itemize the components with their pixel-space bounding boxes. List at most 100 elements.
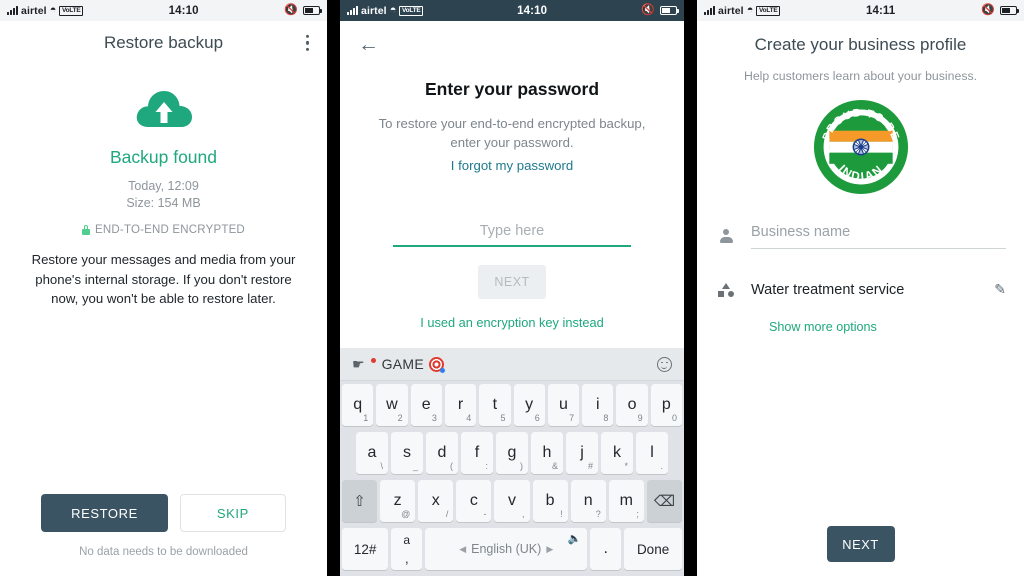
- profile-header: Create your business profile Help custom…: [697, 21, 1024, 195]
- key-sub: *: [624, 461, 628, 471]
- category-row[interactable]: Water treatment service ✎: [715, 275, 1006, 298]
- status-bar: airtel ◓ VoLTE 14:11 🔇: [697, 0, 1024, 21]
- pencil-edit-icon[interactable]: ✎: [994, 281, 1006, 298]
- key[interactable]: r4: [444, 384, 477, 426]
- password-form: Enter your password To restore your end-…: [340, 67, 684, 330]
- key-sub: 4: [466, 413, 472, 423]
- volte-badge: VoLTE: [399, 5, 424, 16]
- key-label: x: [431, 492, 440, 509]
- comma-key-label: ,: [404, 551, 409, 566]
- status-bar-clock: 14:10: [517, 4, 548, 17]
- key-label: i: [595, 396, 600, 413]
- restore-button[interactable]: RESTORE: [41, 494, 168, 532]
- done-key[interactable]: Done: [624, 528, 683, 570]
- key[interactable]: i8: [582, 384, 614, 426]
- key[interactable]: z @: [380, 480, 416, 522]
- key-sub: @: [401, 509, 411, 519]
- key[interactable]: q1: [342, 384, 374, 426]
- arrow-right-icon[interactable]: ▶: [546, 544, 553, 555]
- status-bar: airtel ◓ VoLTE 14:10 🔇: [0, 0, 327, 21]
- key-sub: .: [660, 461, 663, 471]
- business-name-row[interactable]: Business name: [715, 217, 1006, 249]
- action-buttons: RESTORE SKIP: [0, 494, 327, 532]
- backup-info: Backup found Today, 12:09 Size: 154 MB E…: [0, 65, 327, 309]
- emoji-smiley-icon[interactable]: [657, 356, 672, 372]
- panel-divider-1: [327, 0, 340, 576]
- space-key[interactable]: ◀ English (UK) ▶ 🔈: [425, 528, 588, 570]
- key[interactable]: p0: [650, 384, 682, 426]
- key[interactable]: o9: [616, 384, 648, 426]
- encryption-label: END-TO-END ENCRYPTED: [95, 224, 245, 236]
- business-profile-logo[interactable]: PROUD TO BE INDIAN: [813, 99, 909, 195]
- next-button[interactable]: NEXT: [478, 265, 546, 299]
- key[interactable]: w2: [376, 384, 408, 426]
- business-name-underline[interactable]: Business name: [751, 223, 1006, 249]
- key-sub: 6: [534, 413, 540, 423]
- game-target-icon[interactable]: [429, 356, 445, 373]
- signal-bars-icon: [7, 6, 18, 15]
- person-icon: [715, 228, 737, 244]
- key-sub: 5: [500, 413, 506, 423]
- key[interactable]: e3: [410, 384, 442, 426]
- encryption-key-link[interactable]: I used an encryption key instead: [362, 315, 662, 330]
- encryption-badge: END-TO-END ENCRYPTED: [16, 224, 311, 236]
- wifi-icon: ◓: [49, 4, 57, 16]
- key[interactable]: j #: [566, 432, 598, 474]
- show-more-options-link[interactable]: Show more options: [769, 320, 1006, 334]
- skip-button[interactable]: SKIP: [179, 494, 286, 532]
- on-screen-keyboard: ☛ GAME q1 w2 e3 r4 t5 y6 u7 i8 o9 p0 a \…: [340, 348, 684, 576]
- battery-icon: [303, 6, 322, 15]
- forgot-password-link[interactable]: I forgot my password: [362, 158, 662, 173]
- status-bar-left: airtel ◓ VoLTE: [704, 4, 781, 17]
- period-key[interactable]: .: [590, 528, 622, 570]
- wifi-icon: ◓: [746, 4, 754, 16]
- key[interactable]: b!: [532, 480, 568, 522]
- keyboard-toolbar-left[interactable]: ☛ GAME: [352, 356, 657, 373]
- key[interactable]: y6: [513, 384, 545, 426]
- key-sub: (: [450, 461, 453, 471]
- key[interactable]: g): [496, 432, 528, 474]
- mute-icon: 🔇: [641, 4, 655, 16]
- next-button[interactable]: NEXT: [826, 526, 895, 562]
- key[interactable]: m;: [608, 480, 644, 522]
- key[interactable]: s _: [391, 432, 423, 474]
- category-shapes-icon: [715, 282, 737, 297]
- panel-enter-password: airtel ◓ VoLTE 14:10 🔇 ← Enter your pass…: [340, 0, 684, 576]
- page-title: Restore backup: [103, 33, 224, 52]
- tap-hand-icon[interactable]: ☛: [352, 357, 365, 371]
- backup-date: Today, 12:09: [128, 179, 199, 193]
- restore-description: Restore your messages and media from you…: [31, 252, 296, 306]
- key[interactable]: x /: [418, 480, 454, 522]
- key-label: o: [627, 396, 637, 413]
- back-arrow-icon[interactable]: ←: [358, 34, 379, 55]
- microphone-icon[interactable]: 🔈: [568, 532, 582, 545]
- backspace-icon[interactable]: ⌫: [646, 480, 682, 522]
- key[interactable]: n?: [570, 480, 606, 522]
- key[interactable]: h &: [531, 432, 563, 474]
- mute-icon: 🔇: [284, 4, 298, 16]
- key[interactable]: c-: [456, 480, 492, 522]
- comma-key[interactable]: a ,: [391, 528, 423, 570]
- key-sub: #: [587, 461, 593, 471]
- page-title: Create your business profile: [754, 35, 967, 54]
- key[interactable]: v,: [494, 480, 530, 522]
- game-shortcut-label[interactable]: GAME: [382, 356, 424, 372]
- backup-size: Size: 154 MB: [126, 196, 201, 210]
- app-bar: ←: [340, 21, 684, 67]
- key[interactable]: l.: [636, 432, 668, 474]
- key[interactable]: f:: [461, 432, 493, 474]
- arrow-left-icon[interactable]: ◀: [459, 544, 466, 555]
- key[interactable]: d(: [426, 432, 458, 474]
- key-sub: ;: [636, 509, 639, 519]
- key[interactable]: a \: [356, 432, 388, 474]
- app-bar: Restore backup: [0, 21, 327, 65]
- shift-icon[interactable]: ⇧: [342, 480, 378, 522]
- numeric-mode-key[interactable]: 12#: [342, 528, 389, 570]
- key[interactable]: u7: [547, 384, 580, 426]
- password-input[interactable]: [393, 219, 631, 247]
- key[interactable]: t5: [479, 384, 511, 426]
- overflow-menu-icon[interactable]: [302, 31, 313, 55]
- panel-divider-2: [684, 0, 697, 576]
- business-name-input[interactable]: Business name: [751, 224, 850, 240]
- key[interactable]: k *: [601, 432, 633, 474]
